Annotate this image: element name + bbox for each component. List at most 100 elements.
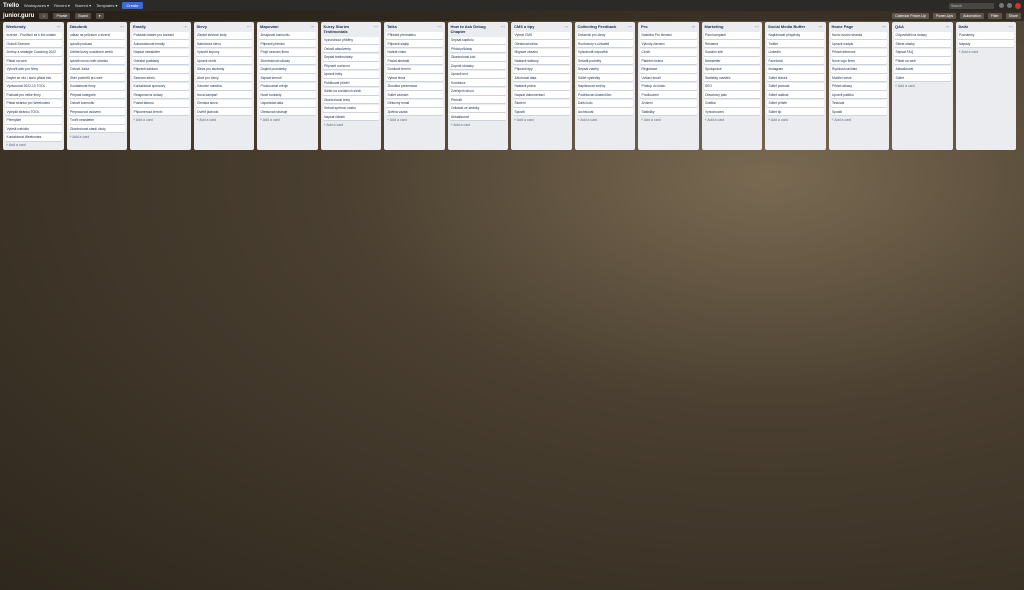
list-title[interactable]: Další bbox=[959, 24, 969, 29]
list-menu-icon[interactable]: ··· bbox=[374, 24, 378, 34]
card[interactable]: Rychlost načítání bbox=[830, 65, 887, 73]
card[interactable]: Twitter bbox=[767, 40, 824, 47]
card[interactable]: Odkázat ze stránky bbox=[449, 104, 506, 112]
card[interactable]: Napsat newsletter bbox=[132, 48, 189, 56]
add-card-button[interactable]: + Add a card bbox=[640, 117, 697, 123]
card[interactable]: Sdílet podcast bbox=[767, 82, 824, 90]
card[interactable]: Publikovat příběh bbox=[322, 79, 379, 86]
list-menu-icon[interactable]: ··· bbox=[819, 24, 823, 29]
card[interactable]: Přidat reference bbox=[830, 48, 887, 56]
list-header[interactable]: Marketing ··· bbox=[704, 24, 761, 30]
board-view-button[interactable]: Board bbox=[75, 13, 91, 19]
card[interactable]: Nahrát video bbox=[386, 48, 443, 56]
card[interactable]: spustit novou web stránku bbox=[68, 57, 125, 64]
card[interactable]: Napsat článek bbox=[322, 113, 379, 120]
add-card-button[interactable]: + Add a card bbox=[69, 134, 126, 140]
automation-button[interactable]: Automation bbox=[960, 13, 984, 19]
card[interactable]: Tvořit newsletter bbox=[68, 116, 125, 124]
card[interactable]: Odpovědět na dotazy bbox=[894, 31, 951, 39]
card[interactable]: Ověřit platnost bbox=[195, 108, 252, 115]
card[interactable]: Doplnit poznámky bbox=[259, 65, 316, 73]
card[interactable]: Aktualizovat bbox=[449, 113, 506, 120]
card[interactable]: Napsat dokumentaci bbox=[513, 91, 570, 98]
card[interactable]: Sebrat zpětnou vazbu bbox=[322, 104, 379, 112]
card[interactable]: Podcast pro velké firmy bbox=[5, 91, 62, 98]
card[interactable]: Sleva pro studenty bbox=[195, 65, 252, 73]
card[interactable]: Seznam adres bbox=[132, 74, 189, 81]
card[interactable]: Kontaktovat Weeknotes bbox=[5, 133, 62, 141]
card[interactable]: Instagram bbox=[767, 65, 824, 73]
card[interactable]: Nová kampaň bbox=[195, 91, 252, 98]
card[interactable]: Zmapovat komunitu bbox=[259, 31, 316, 39]
list-header[interactable]: Mapování ··· bbox=[259, 24, 316, 30]
card[interactable]: Vánoční nabídka bbox=[195, 82, 252, 90]
card[interactable]: Vytvořit kupony bbox=[195, 48, 252, 56]
list-title[interactable]: Social Media Buffer bbox=[768, 24, 805, 29]
list-title[interactable]: Emaily bbox=[133, 24, 146, 29]
card[interactable]: Seřadit podněty bbox=[576, 57, 633, 64]
card[interactable]: Daylet se věc i stolu přidat info bbox=[5, 74, 62, 81]
list-header[interactable]: How to Ask Debug Chapter ··· bbox=[450, 24, 507, 35]
card[interactable]: Archivovat bbox=[576, 108, 633, 115]
notifications-icon[interactable] bbox=[999, 2, 1004, 8]
card[interactable]: Prodloužení bbox=[640, 91, 697, 98]
visibility-button[interactable]: Private bbox=[53, 13, 71, 19]
create-button[interactable]: Create bbox=[122, 2, 143, 9]
card[interactable]: Oslovit absolventy bbox=[322, 45, 379, 52]
card[interactable]: Udělat kurzy sociálních webů bbox=[68, 48, 125, 56]
card[interactable]: Obsahový plán bbox=[703, 91, 760, 98]
card[interactable]: Uspořádat data bbox=[259, 99, 316, 107]
card[interactable]: Zveřejnit návod bbox=[449, 87, 506, 95]
card[interactable]: Další kolo bbox=[576, 99, 633, 107]
add-card-button[interactable]: + Add a card bbox=[450, 122, 507, 128]
list-title[interactable]: Slevy bbox=[197, 24, 207, 29]
list-menu-icon[interactable]: ··· bbox=[1009, 24, 1013, 29]
card[interactable]: Naplánovat příspěvky bbox=[767, 31, 824, 39]
list-header[interactable]: Home Page ··· bbox=[831, 24, 888, 30]
card[interactable]: SEO bbox=[703, 82, 760, 90]
add-card-button[interactable]: + Add a card bbox=[323, 122, 380, 128]
card[interactable]: Oslovit Jurka bbox=[68, 65, 125, 73]
menu-workspaces[interactable]: Workspaces ▾ bbox=[24, 3, 49, 8]
card[interactable]: Vyhodnocení bbox=[703, 108, 760, 115]
card[interactable]: Spolupráce bbox=[703, 65, 760, 73]
card[interactable]: Testovat bbox=[830, 99, 887, 107]
card[interactable]: Přepracovat oslovení bbox=[68, 108, 125, 115]
card[interactable]: Ceník bbox=[640, 48, 697, 56]
card[interactable]: Spustit bbox=[830, 108, 887, 115]
card[interactable]: odkaz na průzkum o inzerci bbox=[68, 31, 125, 39]
list-header[interactable]: Slevy ··· bbox=[196, 24, 253, 30]
list-title[interactable]: Mapování bbox=[260, 24, 278, 29]
card[interactable]: Reagovat na dotazy bbox=[132, 91, 189, 98]
card[interactable]: Poděkovat účastníkům bbox=[576, 91, 633, 98]
card[interactable]: Akce pro členy bbox=[195, 74, 252, 81]
card[interactable]: Vytvořit web pro firmy bbox=[5, 65, 62, 73]
card[interactable]: Sociální sítě bbox=[703, 48, 760, 56]
card[interactable]: Inzerce - Pozítivní se k tím ostatní bbox=[5, 31, 62, 39]
card[interactable]: Změny a strategie Coaching 2022 bbox=[5, 48, 62, 56]
add-card-button[interactable]: + Add a card bbox=[132, 117, 189, 123]
add-card-button[interactable]: + Add a card bbox=[894, 83, 951, 89]
card[interactable]: Oslovit komunitu bbox=[68, 99, 125, 107]
card[interactable]: Sdílet záznam bbox=[386, 91, 443, 98]
menu-recent[interactable]: Recent ▾ bbox=[54, 3, 70, 8]
card[interactable]: Vybrat CMS bbox=[513, 31, 570, 39]
card[interactable]: Zálohovat data bbox=[513, 74, 570, 81]
list-header[interactable]: Emaily ··· bbox=[132, 24, 189, 30]
card[interactable]: Sepsat shrnutí bbox=[259, 74, 316, 81]
list-title[interactable]: Kurzy Stories Testimonials bbox=[324, 24, 375, 34]
card[interactable]: Zkontrolovat starší úkoly bbox=[68, 125, 125, 132]
card[interactable]: Kontaktovat sponzory bbox=[132, 82, 189, 90]
card[interactable]: Připravit tipy bbox=[513, 65, 570, 73]
card[interactable]: Vyřešit nabídku bbox=[5, 125, 62, 132]
list-title[interactable]: Q&A bbox=[895, 24, 904, 29]
list-menu-icon[interactable]: ··· bbox=[438, 24, 442, 29]
list-menu-icon[interactable]: ··· bbox=[565, 24, 569, 29]
card[interactable]: Projít seznam firem bbox=[259, 48, 316, 56]
list-header[interactable]: Collecting Feedback ··· bbox=[577, 24, 634, 30]
card[interactable]: Newsletter bbox=[703, 57, 760, 64]
star-icon[interactable]: ☆ bbox=[39, 13, 49, 19]
add-card-button[interactable]: + Add a card bbox=[5, 142, 62, 148]
card[interactable]: Nastavit šablony bbox=[513, 57, 570, 64]
card[interactable]: Přeložit bbox=[449, 96, 506, 103]
